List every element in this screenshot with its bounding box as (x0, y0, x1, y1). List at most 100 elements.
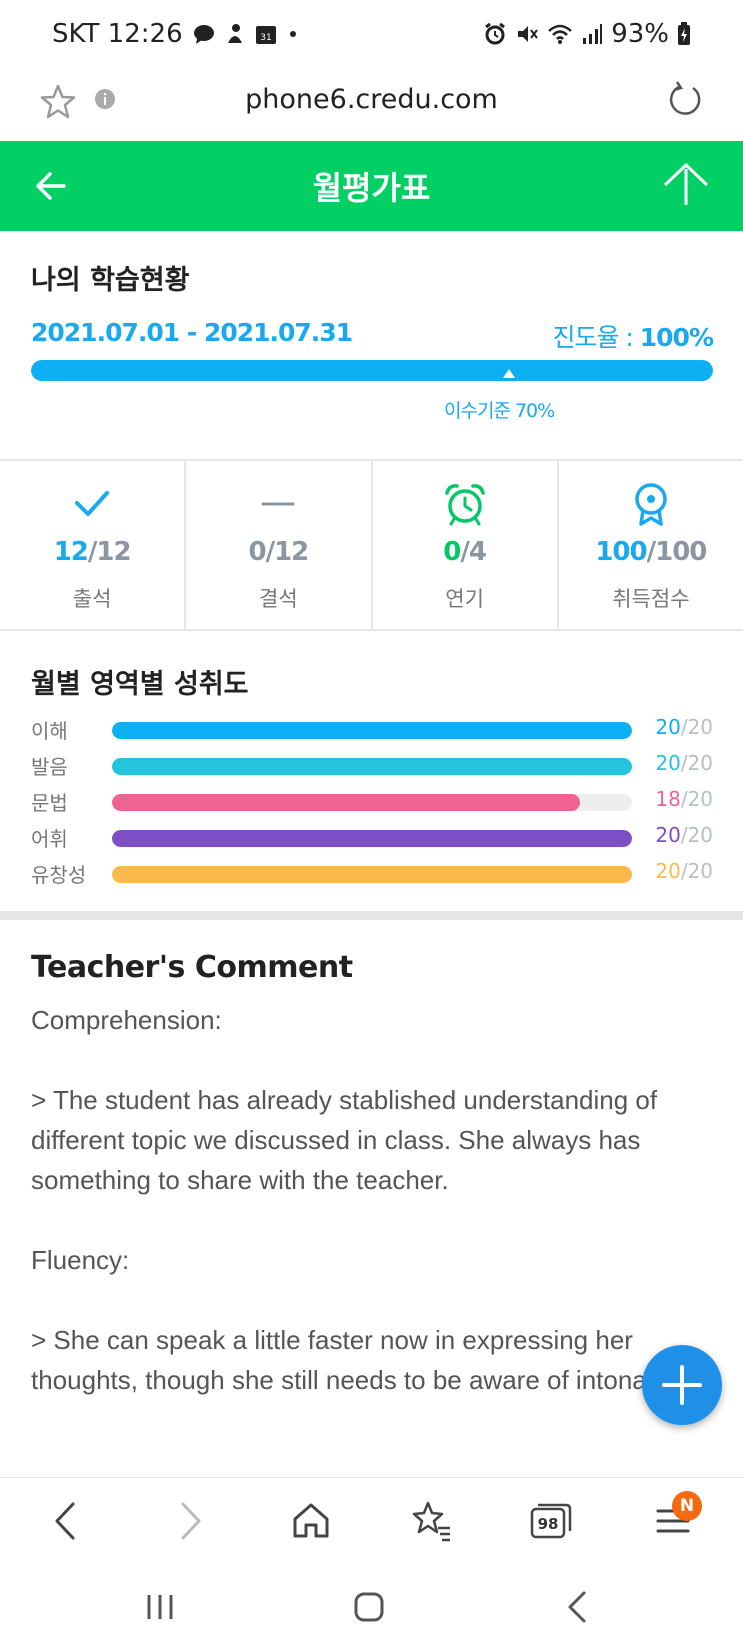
status-bar: SKT 12:26 31 93% (0, 0, 743, 68)
page-title: 월평가표 (312, 169, 431, 207)
menu-new-badge: N (672, 1491, 702, 1521)
section-divider (0, 911, 743, 920)
chat-icon (193, 23, 215, 45)
achievement-score-value: 20 (655, 751, 681, 775)
back-chevron-icon (568, 1591, 586, 1623)
stat-attendance: 12/12 출석 (0, 461, 187, 629)
achievement-bar (112, 866, 632, 883)
browser-toolbar: 98 (0, 1477, 743, 1563)
recents-icon (147, 1595, 173, 1619)
achievement-bar (112, 794, 632, 811)
battery-icon (677, 22, 691, 46)
browser-forward-button[interactable] (166, 1498, 212, 1544)
achievement-bar-fill (112, 758, 632, 775)
achievement-row: 발음 20/20 (31, 749, 713, 779)
stat-total: /100 (646, 537, 708, 567)
achievement-score-max: /20 (680, 751, 713, 775)
achievement-bar-fill (112, 794, 580, 811)
completion-criterion: 이수기준 70% (444, 400, 555, 422)
add-fab-button[interactable] (642, 1345, 722, 1425)
criterion-marker (503, 369, 515, 378)
achievement-score-value: 20 (655, 859, 681, 883)
achievement-score-max: /20 (680, 859, 713, 883)
achievement-score: 18/20 (655, 787, 713, 811)
attendance-stats: 12/12 출석 0/12 결석 0/4 연기 100/100 취득점수 (0, 459, 743, 631)
achievement-score: 20/20 (655, 715, 713, 739)
achievement-label: 이해 (31, 719, 68, 743)
achievement-score-value: 18 (655, 787, 681, 811)
svg-text:31: 31 (260, 33, 271, 43)
reload-icon[interactable] (665, 80, 705, 120)
stat-total: /4 (460, 537, 487, 567)
stat-postpone: 0/4 연기 (373, 461, 559, 629)
achievement-label: 발음 (31, 755, 68, 779)
stat-score: 100/100 취득점수 (559, 461, 743, 629)
android-home-button[interactable] (345, 1583, 393, 1631)
achievement-label: 유창성 (31, 863, 87, 887)
browser-url-bar: phone6.credu.com (0, 68, 743, 141)
achievement-bar (112, 722, 632, 739)
battery-percent: 93% (611, 19, 669, 49)
stat-label: 연기 (445, 587, 484, 611)
browser-back-button[interactable] (44, 1498, 90, 1544)
learning-status-title: 나의 학습현황 (31, 265, 190, 296)
achievement-row: 문법 18/20 (31, 785, 713, 815)
signal-icon (581, 23, 603, 45)
url-text[interactable]: phone6.credu.com (0, 84, 743, 115)
stat-absence: 0/12 결석 (186, 461, 373, 629)
achievement-title: 월별 영역별 성취도 (31, 669, 249, 700)
stat-label: 취득점수 (612, 587, 690, 611)
tabs-button[interactable]: 98 (528, 1498, 574, 1544)
achievement-label: 문법 (31, 791, 68, 815)
achievement-score: 20/20 (655, 751, 713, 775)
achievement-score: 20/20 (655, 859, 713, 883)
achievement-score: 20/20 (655, 823, 713, 847)
progress-rate: 진도율 : 100% (552, 318, 714, 354)
stat-value: 0 (443, 537, 461, 567)
stat-total: /12 (87, 537, 132, 567)
android-nav-bar (0, 1563, 743, 1651)
progress-bar (31, 360, 713, 381)
stat-value: 0 (248, 537, 266, 567)
plus-icon (662, 1365, 702, 1405)
home-square-icon (354, 1592, 384, 1622)
check-icon (69, 481, 115, 527)
dash-icon (255, 481, 301, 527)
achievement-score-max: /20 (680, 715, 713, 739)
achievement-row: 어휘 20/20 (31, 821, 713, 851)
achievement-row: 유창성 20/20 (31, 857, 713, 887)
achievement-row: 이해 20/20 (31, 713, 713, 743)
comment-title: Teacher's Comment (31, 950, 353, 985)
bookmarks-button[interactable] (408, 1498, 454, 1544)
tab-count: 98 (538, 1515, 559, 1533)
stat-label: 출석 (72, 587, 112, 611)
android-back-button[interactable] (554, 1583, 602, 1631)
achievement-score-max: /20 (680, 823, 713, 847)
bookmarks-star-list-icon (412, 1501, 450, 1542)
notification-app-icon (225, 23, 245, 45)
carrier-time: SKT 12:26 (52, 19, 183, 49)
calendar-icon: 31 (255, 23, 277, 45)
mute-icon (515, 22, 539, 46)
app-header: 월평가표 (0, 141, 743, 231)
stat-value: 100 (595, 537, 647, 567)
progress-rate-value: 100% (639, 323, 714, 352)
study-period: 2021.07.01 - 2021.07.31 (31, 318, 353, 347)
tabs-icon: 98 (530, 1503, 572, 1539)
home-up-icon[interactable] (662, 161, 710, 209)
comment-body: Comprehension: > The student has already… (31, 1005, 709, 1395)
progress-bar-fill (31, 360, 713, 381)
chevron-left-icon (55, 1502, 75, 1540)
achievement-score-value: 20 (655, 823, 681, 847)
achievement-score-value: 20 (655, 715, 681, 739)
recent-apps-button[interactable] (136, 1583, 184, 1631)
home-button[interactable] (288, 1498, 334, 1544)
chevron-right-icon (181, 1502, 201, 1540)
stat-total: /12 (265, 537, 310, 567)
achievement-score-max: /20 (680, 787, 713, 811)
wifi-icon (547, 23, 573, 45)
achievement-label: 어휘 (31, 827, 68, 851)
home-icon (293, 1503, 329, 1538)
alarm-icon (483, 22, 507, 46)
achievement-bar-fill (112, 830, 632, 847)
